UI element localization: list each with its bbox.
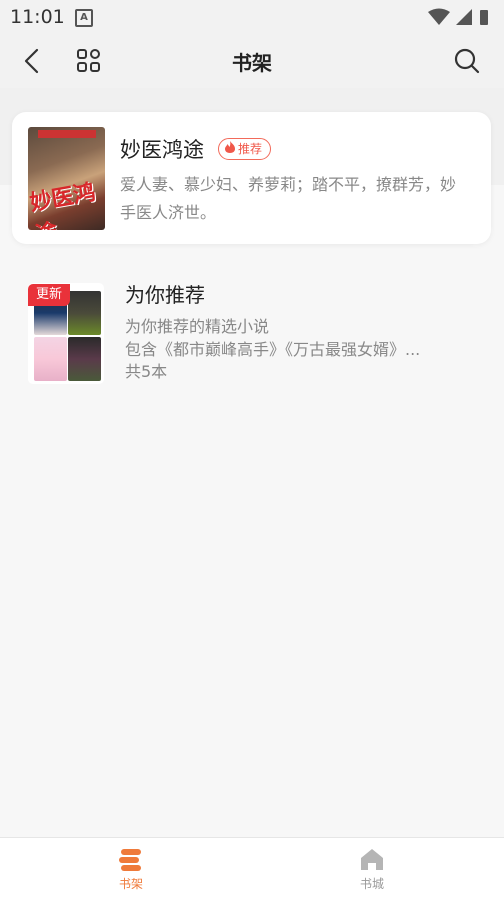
battery-icon: [480, 10, 488, 25]
featured-book-description: 爱人妻、慕少妇、养萝莉；踏不平，撩群芳，妙手医人济世。: [120, 175, 457, 222]
page-title: 书架: [232, 51, 272, 75]
signal-icons: [428, 8, 488, 25]
bookshelf-icon: [119, 849, 141, 871]
recommend-contains: 包含《都市巅峰高手》《万古最强女婿》...: [125, 340, 421, 359]
recommend-count: 共5本: [125, 362, 168, 381]
nav-label-bookshelf: 书架: [118, 877, 143, 891]
notification-icon: A: [75, 9, 93, 27]
app-header: 书架: [0, 34, 504, 88]
mini-cover-3: [34, 337, 67, 381]
home-store-icon: [361, 849, 383, 870]
bottom-nav: 书架 书城: [0, 837, 504, 897]
nav-item-bookstore[interactable]: 书城: [332, 846, 412, 892]
status-bar: 11:01 A: [0, 0, 504, 34]
recommend-title[interactable]: 为你推荐: [125, 279, 205, 308]
nav-item-bookshelf[interactable]: 书架: [91, 846, 171, 892]
wifi-icon: [428, 8, 450, 25]
flame-icon: [225, 141, 235, 153]
recommend-badge: 推荐: [218, 138, 272, 160]
featured-book-title[interactable]: 妙医鸿途: [120, 134, 204, 164]
cell-signal-icon: [456, 9, 472, 25]
featured-book-cover[interactable]: 妙医鸿途: [28, 127, 105, 230]
cover-title-art: 妙医鸿途: [28, 180, 98, 230]
mini-cover-4: [68, 337, 101, 381]
search-icon[interactable]: [452, 46, 482, 76]
nav-label-bookstore: 书城: [359, 877, 384, 891]
mini-cover-2: [68, 291, 101, 335]
recommend-badge-label: 推荐: [238, 142, 263, 156]
status-time: 11:01: [10, 6, 65, 28]
update-tag: 更新: [28, 284, 70, 306]
recommend-subtitle: 为你推荐的精选小说: [125, 317, 270, 336]
cover-topbar: [38, 130, 96, 138]
